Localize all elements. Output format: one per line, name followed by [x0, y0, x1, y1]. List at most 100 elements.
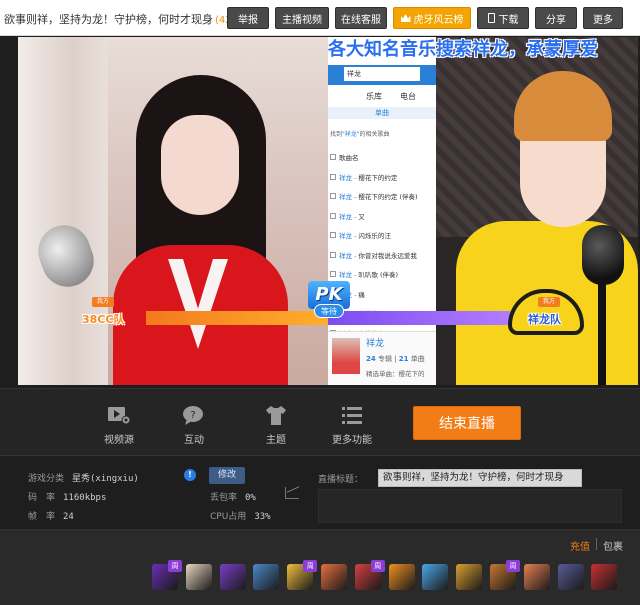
song-checkbox — [330, 251, 336, 258]
song-tab-radio: 电台 — [400, 92, 416, 101]
gift-item-treasure[interactable] — [456, 564, 483, 590]
song-artist: 祥龙 - — [339, 232, 357, 241]
gift-item-cake[interactable] — [321, 564, 347, 590]
right-side-tag: 我方 — [538, 297, 560, 307]
weekly-badge: 周 — [370, 560, 385, 572]
chat-bubble-icon: ? — [183, 406, 203, 425]
gift-item-car[interactable] — [388, 564, 415, 590]
song-title: 闪烁乐的汪 — [358, 232, 391, 241]
song-subtab: 单曲 — [328, 107, 436, 119]
more-button[interactable]: 更多 — [583, 7, 623, 29]
packet-loss-value: 0% — [245, 493, 256, 503]
song-title: 又 — [358, 212, 365, 221]
right-team-name: 祥龙队 — [528, 313, 561, 326]
share-button[interactable]: 分享 — [535, 7, 577, 29]
song-checkbox — [330, 173, 336, 180]
host-left-face — [161, 115, 239, 215]
list-icon — [342, 407, 362, 424]
download-button[interactable]: 下载 — [477, 7, 529, 29]
live-title-label: 直播标题： — [318, 475, 364, 485]
song-artist: 祥龙 - — [339, 173, 357, 182]
end-live-button[interactable]: 结束直播 — [413, 406, 521, 440]
artist-card: 祥龙 24 专辑 | 21 单曲 精选单曲：樱花下的 — [328, 331, 436, 385]
song-row: 祥龙 - 樱花下的约定 — [330, 167, 436, 187]
gift-item-sword[interactable] — [253, 564, 280, 590]
more-functions-label: 更多功能 — [332, 435, 372, 446]
control-bar: 视频源 ? 互动 主题 更多功能 结束直播 — [0, 388, 640, 456]
stream-info-panel: 游戏分类 星秀(xingxiu) 码 率 1160kbps 帧 率 24 ! 修改 丢… — [0, 457, 640, 529]
video-source-button[interactable]: 视频源 — [89, 401, 149, 449]
video-player[interactable]: 祥龙 乐库 电台 单曲 找到"祥龙"的相关歌曲 歌曲名 祥龙 - 樱花下的约定 祥龙… — [18, 37, 638, 385]
category-row: 游戏分类 星秀(xingxiu) — [28, 474, 139, 484]
gift-item-landscape[interactable] — [422, 564, 449, 590]
cpu-row: CPU占用 33% — [210, 512, 271, 522]
pk-progress-left — [146, 311, 328, 325]
song-row: 祥龙 - 闪烁乐的汪 — [330, 226, 436, 246]
song-row: 祥龙 -又 — [330, 206, 436, 226]
pk-progress-right — [328, 311, 510, 325]
tshirt-icon — [266, 406, 286, 425]
gift-item-lightsaber[interactable] — [219, 564, 246, 590]
phone-icon — [487, 13, 495, 23]
song-artist: 祥龙 - — [339, 251, 357, 260]
divider — [596, 538, 597, 550]
song-column-header: 歌曲名 — [330, 147, 359, 167]
song-title: 你曾对我说永远爱我 — [358, 251, 417, 260]
info-icon[interactable]: ! — [184, 469, 196, 481]
pk-status: 等待 — [314, 304, 344, 318]
huya-rank-button[interactable]: 虎牙风云榜 — [393, 7, 471, 29]
marquee-text: 各大知名音乐搜索祥龙，承蒙厚爱 — [328, 39, 598, 60]
song-title: 叭叭歌 (伴奏) — [358, 271, 399, 280]
package-link[interactable]: 包裹 — [603, 538, 623, 553]
artist-avatar — [332, 338, 360, 374]
crown-icon — [400, 14, 411, 22]
song-artist: 祥龙 - — [339, 271, 357, 280]
gift-item-frame[interactable] — [557, 564, 584, 590]
gift-item-gift-card[interactable] — [185, 564, 212, 590]
microphone-stand — [598, 281, 606, 385]
weekly-badge: 周 — [303, 560, 318, 572]
song-search-input: 祥龙 — [344, 67, 420, 81]
report-button[interactable]: 举报 — [227, 7, 269, 29]
song-title: 樱花下的约定 — [358, 173, 398, 182]
weekly-badge: 周 — [168, 560, 182, 572]
artist-featured: 精选单曲：樱花下的 — [366, 370, 425, 378]
live-title-area — [318, 489, 622, 523]
interaction-label: 互动 — [184, 435, 204, 446]
theme-label: 主题 — [266, 435, 286, 446]
edit-category-button[interactable]: 修改 — [209, 467, 245, 484]
gift-bar: 充值 包裹 周 周 周 周 — [0, 529, 640, 605]
theme-button[interactable]: 主题 — [246, 401, 306, 449]
song-title: 痛 — [358, 290, 365, 299]
song-artist: 祥龙 - — [339, 193, 357, 202]
room-title-text: 欲事则祥，坚持为龙！守护榜，何时才现身 — [4, 13, 213, 26]
gift-item-chest[interactable] — [591, 564, 618, 590]
fps-row: 帧 率 24 — [28, 512, 74, 522]
bitrate-row: 码 率 1160kbps — [28, 493, 107, 503]
more-functions-button[interactable]: 更多功能 — [322, 401, 382, 449]
left-side-tag: 我方 — [92, 297, 114, 307]
song-row: 祥龙 - 樱花下的约定 (伴奏) — [330, 187, 436, 207]
song-checkbox — [330, 271, 336, 278]
microphone-right — [582, 225, 624, 285]
host-video-button[interactable]: 主播视频 — [275, 7, 329, 29]
weekly-badge: 周 — [506, 560, 520, 572]
song-tab-library: 乐库 — [366, 92, 382, 101]
top-bar: 欲事则祥，坚持为龙！守护榜，何时才现身(420) 举报 主播视频 在线客服 虎牙… — [0, 0, 640, 36]
left-team-name: 38CC队 — [82, 313, 125, 326]
song-title: 樱花下的约定 (伴奏) — [358, 193, 418, 202]
video-source-label: 视频源 — [104, 435, 134, 446]
song-search-panel: 祥龙 乐库 电台 单曲 找到"祥龙"的相关歌曲 歌曲名 祥龙 - 樱花下的约定 祥龙… — [328, 37, 436, 385]
gift-item-box[interactable] — [523, 564, 550, 590]
cpu-value: 33% — [254, 512, 271, 522]
live-title-input[interactable]: 欲事则祥，坚持为龙！守护榜，何时才现身 — [378, 469, 582, 487]
chart-icon[interactable] — [285, 486, 299, 500]
svg-text:?: ? — [190, 410, 195, 421]
fps-value: 24 — [63, 512, 74, 522]
recharge-link[interactable]: 充值 — [570, 538, 590, 553]
interaction-button[interactable]: ? 互动 — [164, 401, 224, 449]
room-title: 欲事则祥，坚持为龙！守护榜，何时才现身(420) — [4, 11, 242, 27]
curtain — [18, 37, 108, 385]
song-result-hint: 找到"祥龙"的相关歌曲 — [330, 131, 390, 138]
online-support-button[interactable]: 在线客服 — [335, 7, 387, 29]
